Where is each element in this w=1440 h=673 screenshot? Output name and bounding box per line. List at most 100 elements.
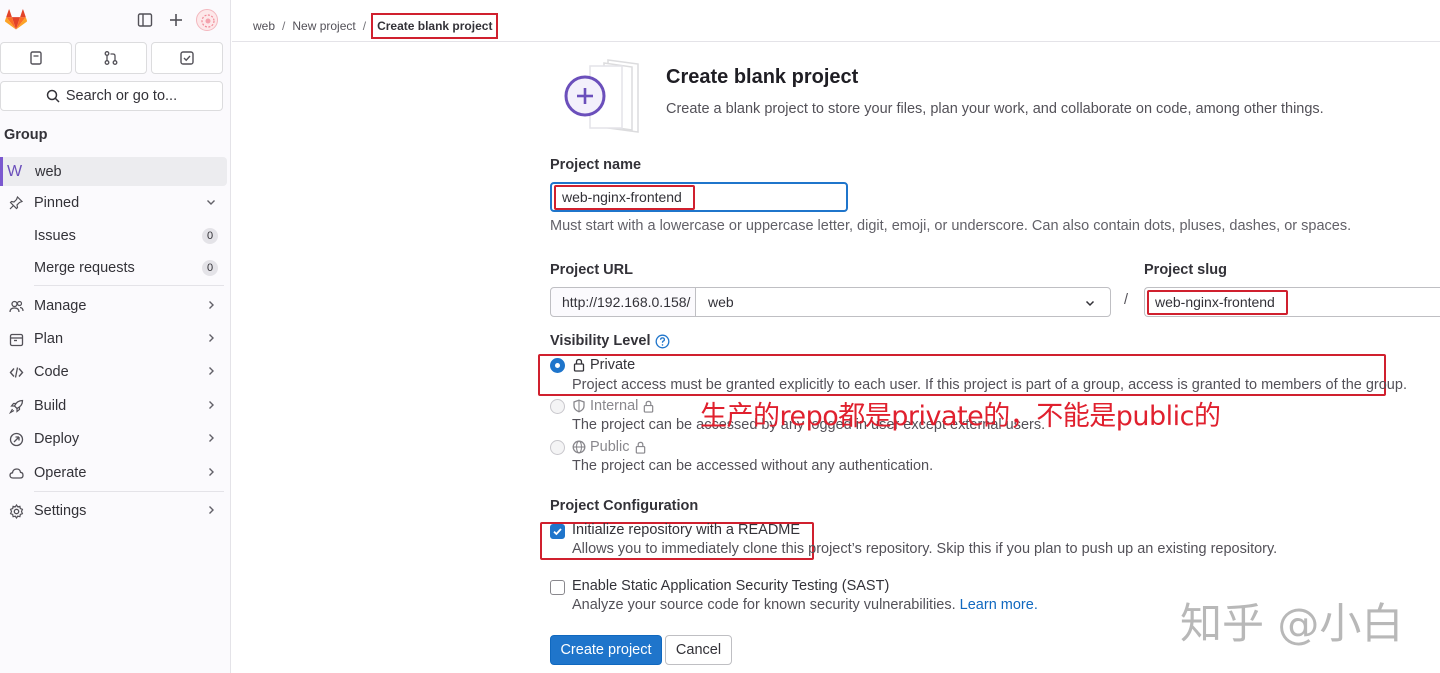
visibility-private-radio[interactable] <box>550 358 565 373</box>
chevron-right-icon <box>209 401 214 409</box>
chevron-right-icon <box>209 334 214 342</box>
visibility-private-desc: Project access must be granted explicitl… <box>572 377 1407 393</box>
assigned-issues-button[interactable] <box>0 42 72 74</box>
namespace-select[interactable]: web <box>695 287 1111 317</box>
deploy-icon <box>8 431 24 447</box>
merge-requests-button[interactable] <box>75 42 147 74</box>
project-name-label: Project name <box>550 157 642 173</box>
namespace-value: web <box>708 294 734 310</box>
url-slug-separator: / <box>1124 292 1129 308</box>
project-url-label: Project URL <box>550 262 633 278</box>
todos-button[interactable] <box>151 42 223 74</box>
visibility-option-label: Private <box>590 357 636 373</box>
sidebar-item-deploy[interactable]: Deploy <box>0 424 227 454</box>
sidebar-item-operate[interactable]: Operate <box>0 458 227 488</box>
todo-icon <box>180 51 194 65</box>
visibility-label-text: Visibility Level <box>550 333 651 349</box>
sidebar-item-plan[interactable]: Plan <box>0 324 227 354</box>
sidebar-group-item[interactable]: W web <box>0 157 227 186</box>
cancel-button[interactable]: Cancel <box>665 635 732 665</box>
count-badge: 0 <box>202 228 218 244</box>
sast-desc: Analyze your source code for known secur… <box>572 597 1038 613</box>
chevron-right-icon <box>209 301 214 309</box>
breadcrumb-item-web[interactable]: web <box>253 19 275 33</box>
create-project-button[interactable]: Create project <box>550 635 662 665</box>
sidebar-item-label: Merge requests <box>34 260 135 276</box>
sast-checkbox[interactable] <box>550 580 565 595</box>
sidebar-section-title: Group <box>4 127 48 143</box>
lock-icon <box>644 400 654 413</box>
question-circle-icon[interactable] <box>655 334 670 349</box>
sidebar-item-label: Settings <box>34 503 87 519</box>
sidebar-item-label: Deploy <box>34 431 80 447</box>
chevron-right-icon <box>209 434 214 442</box>
sast-title: Enable Static Application Security Testi… <box>572 578 890 594</box>
lock-icon <box>635 441 645 454</box>
sidebar-divider <box>34 285 224 286</box>
sidebar-item-label: Code <box>34 364 69 380</box>
sidebar-counters <box>0 42 231 74</box>
cloud-icon <box>8 465 24 481</box>
count-badge: 0 <box>202 260 218 276</box>
readme-title: Initialize repository with a README <box>572 522 801 538</box>
sidebar-item-label: Operate <box>34 465 87 481</box>
breadcrumb: web / New project / Create blank project <box>253 13 499 39</box>
lock-icon <box>573 358 585 372</box>
learn-more-link[interactable]: Learn more. <box>960 597 1038 613</box>
breadcrumb-item-new-project[interactable]: New project <box>292 19 355 33</box>
breadcrumb-current: Create blank project <box>371 13 499 39</box>
sast-desc-text: Analyze your source code for known secur… <box>572 597 956 613</box>
sidebar-item-manage[interactable]: Manage <box>0 291 227 321</box>
calendar-icon <box>8 331 24 347</box>
search-icon <box>46 89 60 103</box>
watermark: 知乎 @小白 <box>1180 599 1404 648</box>
visibility-option-label: Internal <box>590 398 639 414</box>
readme-desc: Allows you to immediately clone this pro… <box>572 541 1278 557</box>
plus-icon[interactable] <box>166 10 186 30</box>
project-configuration-label: Project Configuration <box>550 498 699 514</box>
rocket-icon <box>8 398 24 414</box>
group-badge: W <box>7 162 23 180</box>
sidebar-item-pinned[interactable]: Pinned <box>0 188 227 218</box>
visibility-option-label: Public <box>590 439 630 455</box>
search-label: Search or go to... <box>65 88 178 104</box>
annotation-box <box>1147 290 1288 315</box>
top-bar: web / New project / Create blank project <box>232 0 1440 42</box>
visibility-private-title: Private <box>572 357 635 373</box>
sidebar-item-label: Plan <box>34 331 64 347</box>
visibility-internal-radio[interactable] <box>550 399 565 414</box>
avatar[interactable] <box>196 9 218 31</box>
breadcrumb-separator: / <box>362 19 367 33</box>
visibility-public-title: Public <box>572 439 647 455</box>
project-name-help: Must start with a lowercase or uppercase… <box>550 218 1352 234</box>
project-url-prefix: http://192.168.0.158/ <box>550 287 696 317</box>
sidebar-header <box>0 0 231 40</box>
visibility-label: Visibility Level <box>550 333 670 349</box>
project-url-prefix-text: http://192.168.0.158/ <box>562 294 691 310</box>
shield-icon <box>573 399 585 413</box>
gear-icon <box>8 503 24 519</box>
project-slug-label: Project slug <box>1144 262 1227 278</box>
sidebar-toggle-icon[interactable] <box>135 10 155 30</box>
check-icon <box>553 528 562 536</box>
sidebar-item-label: Build <box>34 398 67 414</box>
sidebar-item-code[interactable]: Code <box>0 357 227 387</box>
sidebar-pinned-issues[interactable]: Issues 0 <box>34 222 224 250</box>
readme-checkbox[interactable] <box>550 524 565 539</box>
sidebar-item-label: Issues <box>34 228 76 244</box>
gitlab-logo-icon[interactable] <box>4 8 28 32</box>
sidebar-item-build[interactable]: Build <box>0 391 227 421</box>
search-button[interactable]: Search or go to... <box>0 81 223 111</box>
annotation-box <box>554 185 695 210</box>
page-title: Create blank project <box>666 66 859 88</box>
merge-request-icon <box>104 51 118 65</box>
globe-icon <box>572 440 586 454</box>
sidebar-pinned-merge-requests[interactable]: Merge requests 0 <box>34 254 224 282</box>
group-name: web <box>35 163 62 180</box>
visibility-public-radio[interactable] <box>550 440 565 455</box>
users-icon <box>8 298 24 314</box>
chevron-down-icon <box>207 200 215 205</box>
code-icon <box>8 364 24 380</box>
sidebar-item-settings[interactable]: Settings <box>0 496 227 526</box>
issues-icon <box>30 51 42 65</box>
